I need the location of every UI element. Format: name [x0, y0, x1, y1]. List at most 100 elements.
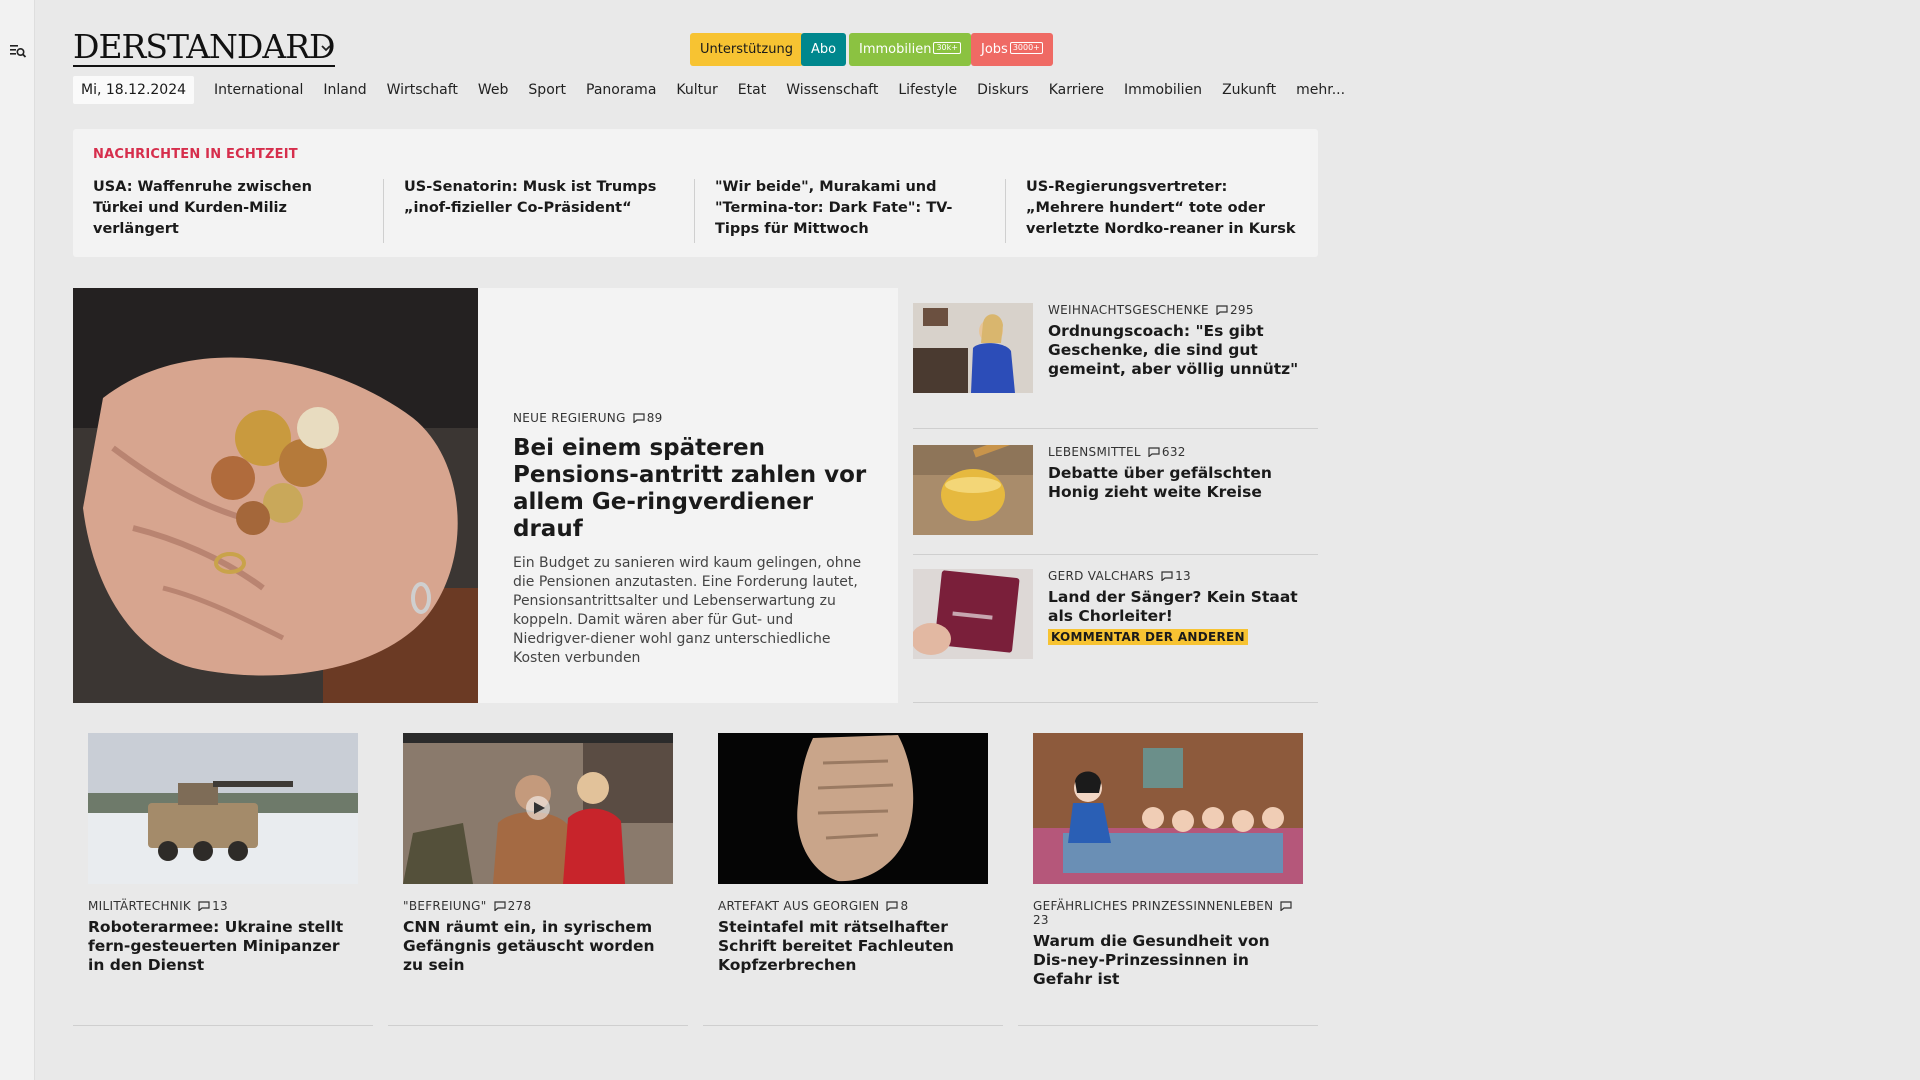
side-article-title[interactable]: Ordnungscoach: "Es gibt Geschenke, die s…: [1048, 322, 1313, 379]
teaser-card-image[interactable]: [718, 733, 988, 884]
teaser-card-text: "BEFREIUNG" 278 CNN räumt ein, in syrisch…: [403, 899, 673, 975]
divider: [383, 179, 384, 243]
lead-image[interactable]: [73, 288, 478, 703]
comment-count[interactable]: 295: [1216, 303, 1254, 317]
comment-icon: [886, 901, 899, 911]
nav-item-karriere[interactable]: Karriere: [1049, 76, 1104, 104]
side-article-image[interactable]: [913, 303, 1033, 393]
left-rail: [0, 0, 35, 1080]
chevron-down-icon[interactable]: [320, 42, 332, 54]
article-kicker: MILITÄRTECHNIK 13: [88, 899, 358, 913]
article-kicker: "BEFREIUNG" 278: [403, 899, 673, 913]
support-label: Unterstützung: [700, 42, 793, 57]
nav-item-mehr[interactable]: mehr...: [1296, 76, 1345, 104]
divider: [73, 1025, 373, 1026]
article-kicker: LEBENSMITTEL 632: [1048, 445, 1313, 459]
comment-icon: [198, 901, 210, 911]
ticker-item[interactable]: "Wir beide", Murakami und "Termina-tor: …: [715, 177, 987, 240]
side-article-image[interactable]: [913, 569, 1033, 659]
comment-count-value: 295: [1229, 303, 1254, 317]
support-button[interactable]: Unterstützung: [690, 33, 803, 66]
abo-label: Abo: [811, 42, 837, 57]
main-nav: Mi, 18.12.2024 International Inland Wirt…: [73, 76, 1345, 104]
nav-item-zukunft[interactable]: Zukunft: [1222, 76, 1276, 104]
menu-search-icon[interactable]: [9, 42, 27, 60]
article-kicker: NEUE REGIERUNG 89: [513, 411, 873, 425]
comment-icon: [633, 413, 645, 423]
comment-count[interactable]: 8: [886, 899, 908, 913]
nav-item-etat[interactable]: Etat: [738, 76, 766, 104]
nav-item-international[interactable]: International: [214, 76, 303, 104]
comment-count[interactable]: 13: [198, 899, 228, 913]
kicker-label: MILITÄRTECHNIK: [88, 899, 192, 913]
ticker-item[interactable]: US-Regierungsvertreter: „Mehrere hundert…: [1026, 177, 1298, 240]
teaser-card-title[interactable]: Roboterarmee: Ukraine stellt fern-gesteu…: [88, 918, 358, 975]
nav-item-web[interactable]: Web: [478, 76, 509, 104]
lead-title[interactable]: Bei einem späteren Pensions-antritt zahl…: [513, 435, 873, 543]
comment-count-value: 13: [1175, 569, 1191, 583]
teaser-card-title[interactable]: Warum die Gesundheit von Dis-ney-Prinzes…: [1033, 932, 1303, 989]
comment-count-value: 278: [507, 899, 532, 913]
comment-count[interactable]: 89: [633, 411, 663, 425]
teaser-card: "BEFREIUNG" 278 CNN räumt ein, in syrisch…: [403, 733, 673, 975]
article-kicker: WEIHNACHTSGESCHENKE 295: [1048, 303, 1313, 317]
kicker-label: LEBENSMITTEL: [1048, 445, 1141, 459]
teaser-card-image[interactable]: [88, 733, 358, 884]
comment-count-value: 13: [212, 899, 228, 913]
comment-count[interactable]: 632: [1148, 445, 1186, 459]
side-article-title[interactable]: Land der Sänger? Kein Staat als Chorleit…: [1048, 588, 1313, 626]
abo-button[interactable]: Abo: [801, 33, 847, 66]
teaser-card: MILITÄRTECHNIK 13 Roboterarmee: Ukraine s…: [88, 733, 358, 975]
jobs-button[interactable]: Jobs 3000+: [971, 33, 1053, 66]
comment-icon: [1280, 901, 1293, 911]
nav-item-immobilien[interactable]: Immobilien: [1124, 76, 1202, 104]
comment-icon: [1148, 447, 1160, 457]
comment-icon: [1216, 305, 1228, 315]
divider: [388, 1025, 688, 1026]
teaser-card-image[interactable]: [403, 733, 673, 884]
jobs-label: Jobs: [981, 42, 1008, 57]
ticker-item[interactable]: USA: Waffenruhe zwischen Türkei und Kurd…: [93, 177, 365, 240]
kicker-label: NEUE REGIERUNG: [513, 411, 626, 425]
divider: [694, 179, 695, 243]
comment-icon: [1161, 571, 1173, 581]
nav-item-panorama[interactable]: Panorama: [586, 76, 656, 104]
kicker-label: GERD VALCHARS: [1048, 569, 1155, 583]
side-article-text: GERD VALCHARS 13 Land der Sänger? Kein St…: [1048, 569, 1313, 645]
ticker-item[interactable]: US-Senatorin: Musk ist Trumps „inof-fizi…: [404, 177, 676, 219]
side-article-text: LEBENSMITTEL 632 Debatte über gefälschten…: [1048, 445, 1313, 502]
comment-count[interactable]: 278: [493, 899, 532, 913]
comment-count-value: 23: [1033, 913, 1049, 927]
teaser-card-title[interactable]: CNN räumt ein, in syrischem Gefängnis ge…: [403, 918, 673, 975]
nav-item-diskurs[interactable]: Diskurs: [977, 76, 1029, 104]
nav-item-sport[interactable]: Sport: [528, 76, 566, 104]
teaser-card-image[interactable]: [1033, 733, 1303, 884]
logo[interactable]: DERSTANDARD: [73, 30, 336, 67]
nav-item-lifestyle[interactable]: Lifestyle: [898, 76, 957, 104]
teaser-card-title[interactable]: Steintafel mit rätselhafter Schrift bere…: [718, 918, 988, 975]
opinion-badge: KOMMENTAR DER ANDEREN: [1048, 629, 1248, 645]
side-article-text: WEIHNACHTSGESCHENKE 295 Ordnungscoach: "E…: [1048, 303, 1313, 379]
kicker-label: ARTEFAKT AUS GEORGIEN: [718, 899, 880, 913]
nav-item-wirtschaft[interactable]: Wirtschaft: [387, 76, 458, 104]
comment-count[interactable]: 13: [1161, 569, 1191, 583]
article-kicker: GEFÄHRLICHES PRINZESSINNENLEBEN23: [1033, 899, 1303, 927]
lead-article: NEUE REGIERUNG 89 Bei einem späteren Pens…: [73, 288, 898, 703]
nav-items: International Inland Wirtschaft Web Spor…: [214, 76, 1365, 104]
nav-item-kultur[interactable]: Kultur: [676, 76, 717, 104]
jobs-badge: 3000+: [1009, 42, 1043, 54]
divider: [913, 702, 1318, 703]
comment-count-value: 8: [900, 899, 909, 913]
immobilien-button[interactable]: Immobilien 30k+: [849, 33, 971, 66]
nav-item-wissenschaft[interactable]: Wissenschaft: [786, 76, 878, 104]
side-article-image[interactable]: [913, 445, 1033, 535]
kicker-label: GEFÄHRLICHES PRINZESSINNENLEBEN: [1033, 899, 1274, 913]
article-kicker: ARTEFAKT AUS GEORGIEN 8: [718, 899, 988, 913]
side-article-title[interactable]: Debatte über gefälschten Honig zieht wei…: [1048, 464, 1313, 502]
divider: [913, 428, 1318, 429]
nav-item-inland[interactable]: Inland: [323, 76, 366, 104]
divider: [913, 554, 1318, 555]
divider: [703, 1025, 1003, 1026]
teaser-card-text: ARTEFAKT AUS GEORGIEN 8 Steintafel mit rä…: [718, 899, 988, 975]
comment-count-value: 632: [1161, 445, 1186, 459]
